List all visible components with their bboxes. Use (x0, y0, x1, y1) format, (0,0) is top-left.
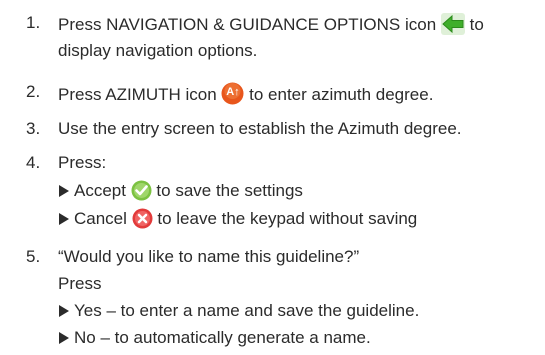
step-text: Press: (58, 153, 107, 172)
accept-option: Accept to save the settings (59, 180, 303, 206)
accept-description: to save the settings (151, 181, 303, 200)
no-option-text: No – to automatically generate a name. (74, 328, 371, 347)
step-text-part: Press AZIMUTH icon (58, 85, 222, 104)
green-left-arrow-icon (440, 13, 465, 40)
step-text-part: to enter azimuth degree. (244, 85, 434, 104)
step-number: 1. (26, 13, 41, 32)
azimuth-icon-label: A↑ (226, 86, 240, 98)
checkmark-icon (131, 180, 152, 206)
cancel-option: Cancel to leave the keypad without savin… (59, 208, 417, 234)
step-text-part: Press NAVIGATION & GUIDANCE OPTIONS icon (58, 15, 441, 34)
step-text: Press NAVIGATION & GUIDANCE OPTIONS icon… (58, 13, 484, 40)
bullet-triangle-icon (59, 185, 69, 197)
step-number: 5. (26, 247, 41, 266)
azimuth-icon: A↑ (221, 82, 244, 105)
step-number: 3. (26, 119, 41, 138)
bullet-triangle-icon (59, 213, 69, 225)
step-text: “Would you like to name this guideline?” (58, 247, 360, 266)
yes-option: Yes – to enter a name and save the guide… (59, 301, 419, 321)
cancel-description: to leave the keypad without saving (152, 209, 418, 228)
bullet-triangle-icon (59, 332, 69, 344)
bullet-triangle-icon (59, 305, 69, 317)
cancel-label: Cancel (74, 209, 132, 228)
step-text-continued: Press (58, 274, 102, 293)
step-text: Press AZIMUTH icon A↑ to enter azimuth d… (58, 82, 433, 105)
step-text: Use the entry screen to establish the Az… (58, 119, 462, 138)
yes-option-text: Yes – to enter a name and save the guide… (74, 301, 420, 320)
step-number: 2. (26, 82, 41, 101)
step-text-part: to (464, 15, 484, 34)
step-number: 4. (26, 153, 41, 172)
accept-label: Accept (74, 181, 131, 200)
step-text-continued: display navigation options. (58, 41, 258, 60)
no-option: No – to automatically generate a name. (59, 328, 371, 348)
cancel-x-icon (132, 208, 153, 234)
